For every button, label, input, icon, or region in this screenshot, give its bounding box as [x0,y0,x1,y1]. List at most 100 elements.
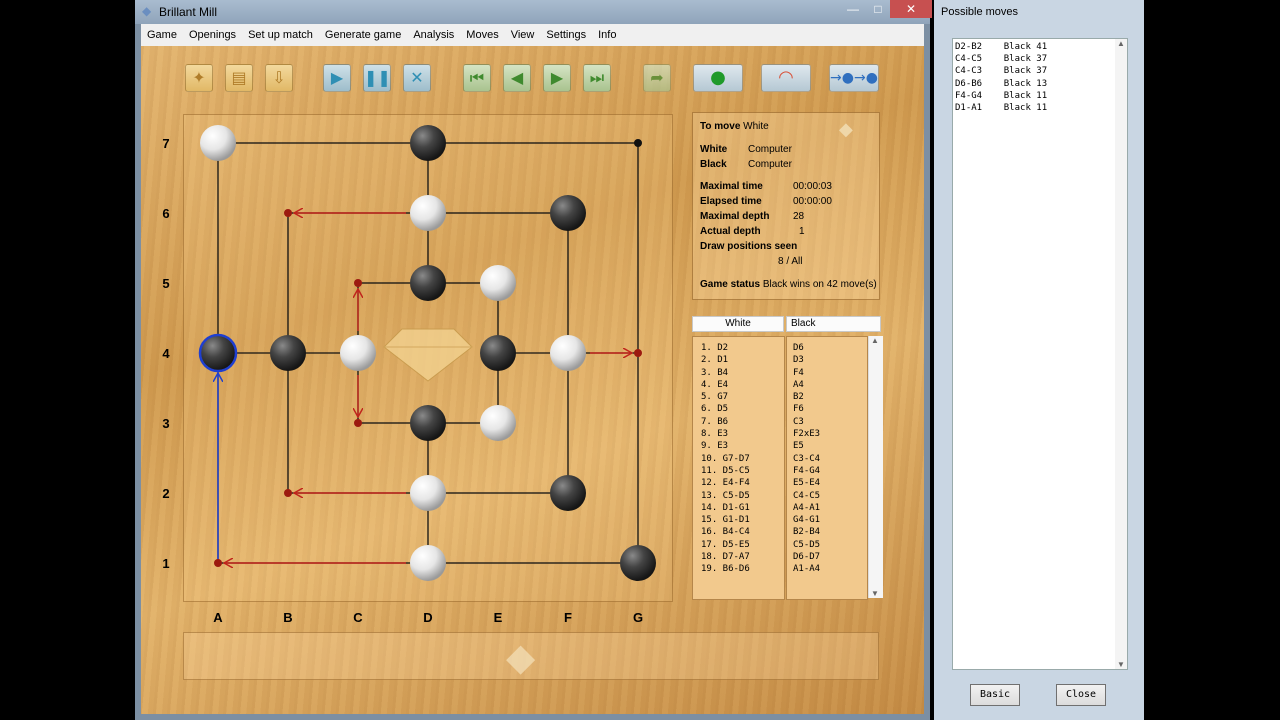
white-label: White [700,144,728,155]
white-stone [410,545,446,581]
white-move-row[interactable]: 14. D1-G1 [701,502,750,514]
game-status-value: Black wins on 42 move(s) [762,279,877,290]
black-move-row[interactable]: C5-D5 [793,539,820,551]
white-stone [550,335,586,371]
actual-depth-label: Actual depth [700,226,761,237]
possible-moves-window: Possible moves D2-B2 Black 41 C4-C5 Black… [934,0,1144,720]
black-move-row[interactable]: G4-G1 [793,514,820,526]
white-move-row[interactable]: 18. D7-A7 [701,551,750,563]
file-label: C [353,610,363,625]
black-move-row[interactable]: F4 [793,367,820,379]
possible-moves-textarea[interactable]: D2-B2 Black 41 C4-C5 Black 37 C4-C3 Black … [952,38,1128,670]
white-move-row[interactable]: 6. D5 [701,403,750,415]
black-move-row[interactable]: E5 [793,440,820,452]
app-icon: ◆ [142,4,152,18]
menu-moves[interactable]: Moves [460,24,504,46]
close-button[interactable]: ✕ [890,0,932,18]
empty-point-dot [284,209,292,217]
file-label: B [283,610,292,625]
white-move-row[interactable]: 11. D5-C5 [701,465,750,477]
basic-button[interactable]: Basic [970,684,1020,706]
white-move-row[interactable]: 8. E3 [701,428,750,440]
diamond-icon: ◆ [839,119,853,139]
black-stone [550,475,586,511]
center-diamond-icon [383,328,473,382]
white-move-row[interactable]: 12. E4-F4 [701,477,750,489]
rank-label: 3 [162,416,169,431]
close-moves-button[interactable]: Close [1056,684,1106,706]
pm-scroll-up-icon[interactable]: ▲ [1117,39,1125,48]
menu-view[interactable]: View [505,24,541,46]
maximize-button[interactable]: □ [865,0,891,18]
max-time-value: 00:00:03 [793,181,832,192]
white-move-row[interactable]: 3. B4 [701,367,750,379]
black-move-row[interactable]: D6-D7 [793,551,820,563]
white-move-row[interactable]: 2. D1 [701,354,750,366]
empty-point-dot [354,419,362,427]
black-stone [550,195,586,231]
window-title: Brillant Mill [159,5,218,19]
elapsed-time-label: Elapsed time [700,196,762,207]
white-move-row[interactable]: 13. C5-D5 [701,490,750,502]
scroll-down-icon[interactable]: ▼ [871,589,879,598]
white-move-row[interactable]: 9. E3 [701,440,750,452]
rank-label: 6 [162,206,169,221]
possible-moves-title: Possible moves [941,6,1019,18]
black-move-row[interactable]: E5-E4 [793,477,820,489]
white-move-row[interactable]: 4. E4 [701,379,750,391]
black-stone [410,265,446,301]
white-move-row[interactable]: 1. D2 [701,342,750,354]
menu-game[interactable]: Game [141,24,183,46]
black-move-row[interactable]: B2 [793,391,820,403]
rank-label: 1 [162,556,169,571]
black-stone [620,545,656,581]
white-move-row[interactable]: 5. G7 [701,391,750,403]
menu-info[interactable]: Info [592,24,622,46]
black-stone [480,335,516,371]
selected-black-stone [198,333,238,373]
white-move-row[interactable]: 10. G7-D7 [701,453,750,465]
black-move-row[interactable]: C4-C5 [793,490,820,502]
menu-set-up-match[interactable]: Set up match [242,24,319,46]
info-panel: To move White ◆ White Computer Black Com… [692,112,880,300]
pm-scroll-down-icon[interactable]: ▼ [1117,660,1125,669]
empty-point-dot [354,279,362,287]
elapsed-time-value: 00:00:00 [793,196,832,207]
black-move-row[interactable]: C3 [793,416,820,428]
black-move-row[interactable]: D6 [793,342,820,354]
black-stone [270,335,306,371]
black-move-row[interactable]: F6 [793,403,820,415]
black-move-row[interactable]: B2-B4 [793,526,820,538]
white-player-value: Computer [748,144,792,155]
wood-panel: ✦ ▤ ⇩ ▶ ❚❚ ✕ ⏮ ◀ ▶ ⏭ ➦ ● ◠ →●→● 7654321A… [141,46,924,714]
possible-move-line: C4-C5 Black 37 [955,54,1048,65]
menu-generate-game[interactable]: Generate game [319,24,407,46]
white-move-row[interactable]: 7. B6 [701,416,750,428]
white-move-row[interactable]: 16. B4-C4 [701,526,750,538]
black-move-row[interactable]: F2xE3 [793,428,820,440]
black-move-row[interactable]: A1-A4 [793,563,820,575]
white-move-row[interactable]: 15. G1-D1 [701,514,750,526]
white-move-row[interactable]: 17. D5-E5 [701,539,750,551]
white-column-header[interactable]: White [692,316,784,332]
scroll-up-icon[interactable]: ▲ [871,336,879,345]
possible-move-line: D6-B6 Black 13 [955,78,1048,89]
white-move-row[interactable]: 19. B6-D6 [701,563,750,575]
black-move-row[interactable]: A4 [793,379,820,391]
black-move-row[interactable]: A4-A1 [793,502,820,514]
minimize-button[interactable]: — [840,0,866,18]
max-depth-value: 28 [793,211,805,222]
possible-moves-list: D2-B2 Black 41 C4-C5 Black 37 C4-C3 Black … [955,41,1047,114]
black-column-header[interactable]: Black [786,316,881,332]
max-depth-label: Maximal depth [700,211,770,222]
possible-move-line: F4-G4 Black 11 [955,90,1048,101]
title-bar[interactable]: ◆ Brillant Mill — □ ✕ [135,0,932,24]
black-move-row[interactable]: C3-C4 [793,453,820,465]
menu-openings[interactable]: Openings [183,24,242,46]
black-move-row[interactable]: D3 [793,354,820,366]
black-move-row[interactable]: F4-G4 [793,465,820,477]
menu-analysis[interactable]: Analysis [407,24,460,46]
possible-moves-scrollbar[interactable]: ▲ ▼ [1115,39,1127,669]
moves-scrollbar[interactable]: ▲ ▼ [868,336,883,598]
menu-settings[interactable]: Settings [540,24,592,46]
